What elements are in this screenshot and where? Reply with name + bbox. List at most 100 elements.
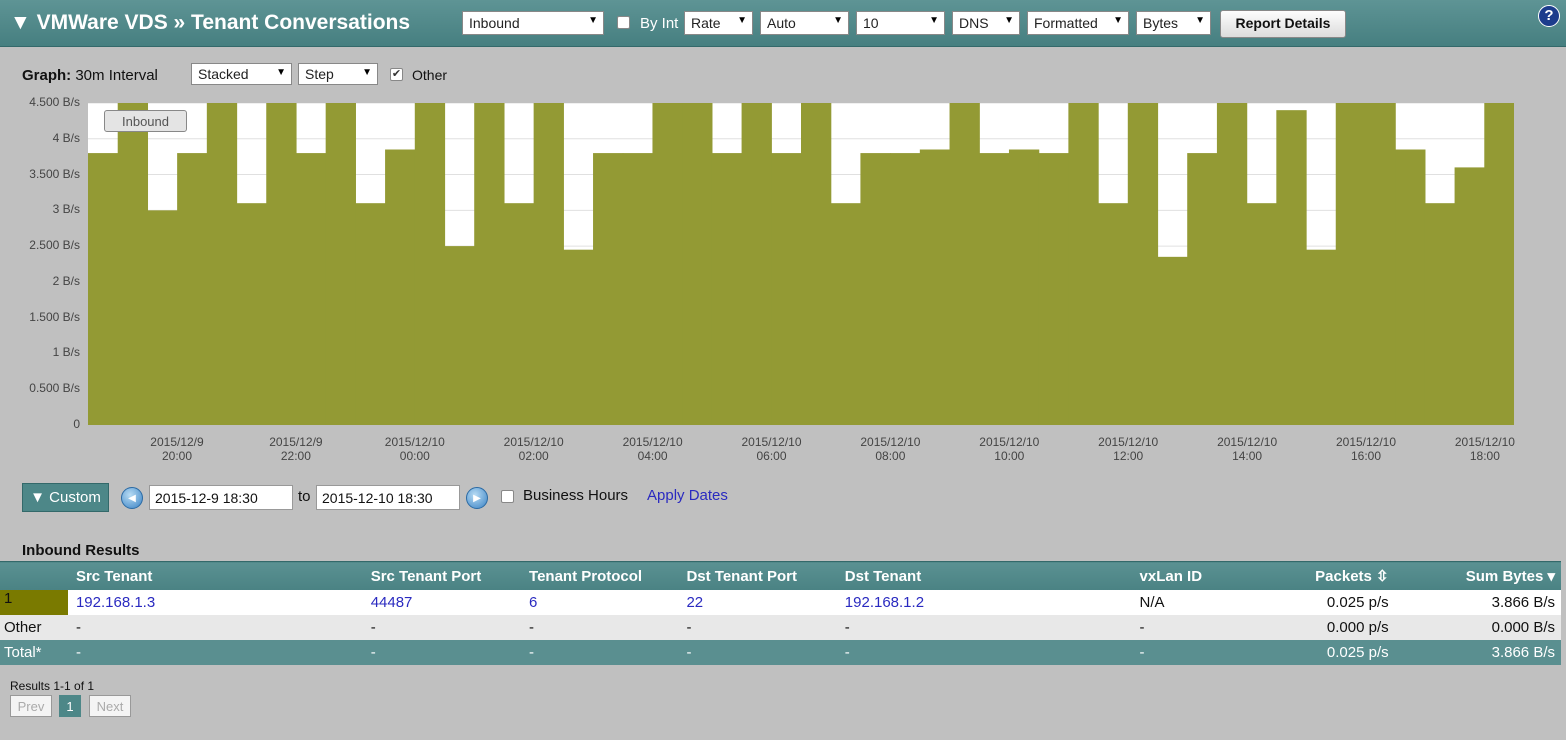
chevron-down-icon: ▼	[588, 15, 598, 26]
protocol-link[interactable]: 6	[529, 590, 687, 615]
step-bar	[1098, 203, 1129, 425]
dst-tenant-cell: -	[844, 615, 1140, 640]
next-page-button[interactable]: Next	[89, 695, 131, 717]
format-select-value: Formatted	[1034, 15, 1098, 31]
step-bar	[593, 153, 624, 425]
step-bar	[1246, 203, 1277, 425]
src-port-link[interactable]: 44487	[370, 590, 530, 615]
graph-style-select[interactable]: Step ▼	[298, 63, 378, 85]
step-bar	[860, 153, 891, 425]
graph-mode-select[interactable]: Stacked ▼	[191, 63, 292, 85]
src-tenant-cell: -	[75, 615, 371, 640]
start-date-input[interactable]: 2015-12-9 18:30	[149, 485, 293, 510]
step-bar	[1068, 103, 1099, 425]
packets-cell: 0.025 p/s	[1288, 590, 1395, 615]
x-tick-label: 2015/12/10 12:00	[1098, 435, 1159, 463]
col-packets[interactable]: Packets ⇳	[1288, 561, 1395, 590]
src-tenant-cell: -	[75, 640, 371, 665]
auto-select[interactable]: Auto ▼	[760, 11, 849, 35]
results-summary: Results 1-1 of 1	[10, 679, 95, 693]
results-title: Inbound Results	[22, 542, 140, 559]
x-tick-label: 2015/12/9 22:00	[269, 435, 323, 463]
step-bar	[949, 103, 980, 425]
next-period-icon[interactable]: ▶	[466, 487, 488, 509]
count-select[interactable]: 10 ▼	[856, 11, 945, 35]
step-bar	[1454, 167, 1485, 425]
dns-select[interactable]: DNS ▼	[952, 11, 1020, 35]
rank-cell: Total*	[0, 640, 76, 665]
col-src-tenant[interactable]: Src Tenant	[75, 561, 371, 590]
format-select[interactable]: Formatted ▼	[1027, 11, 1129, 35]
report-details-button[interactable]: Report Details	[1220, 10, 1346, 38]
x-tick-label: 2015/12/10 18:00	[1454, 435, 1515, 463]
apply-dates-link[interactable]: Apply Dates	[647, 487, 728, 504]
step-bar	[533, 103, 564, 425]
y-tick-label: 2 B/s	[52, 273, 80, 288]
end-date-input[interactable]: 2015-12-10 18:30	[316, 485, 460, 510]
step-bar	[1335, 103, 1367, 425]
packets-cell: 0.025 p/s	[1288, 640, 1395, 665]
step-bar	[444, 246, 475, 425]
chevron-down-icon: ▼	[833, 15, 843, 26]
step-bar	[741, 103, 772, 425]
col-tenant-protocol[interactable]: Tenant Protocol	[529, 561, 687, 590]
step-bar	[385, 149, 416, 425]
step-bar	[88, 153, 119, 425]
sort-desc-icon: ▾	[1543, 568, 1555, 585]
protocol-cell: -	[529, 615, 687, 640]
dst-tenant-link[interactable]: 192.168.1.2	[844, 590, 1140, 615]
packets-header-label: Packets	[1315, 568, 1372, 585]
step-bar	[1008, 149, 1040, 425]
src-tenant-link[interactable]: 192.168.1.3	[75, 590, 371, 615]
prev-page-button[interactable]: Prev	[10, 695, 52, 717]
results-table: Src Tenant Src Tenant Port Tenant Protoc…	[0, 561, 1561, 665]
traffic-chart	[88, 103, 1514, 425]
step-bar	[652, 103, 683, 425]
step-bar	[771, 153, 802, 425]
col-vxlan-id[interactable]: vxLan ID	[1139, 561, 1289, 590]
header-bar: ▼ VMWare VDS » Tenant Conversations Inbo…	[0, 0, 1566, 47]
page-1-button[interactable]: 1	[59, 695, 81, 717]
rate-select[interactable]: Rate ▼	[684, 11, 753, 35]
col-dst-tenant[interactable]: Dst Tenant	[844, 561, 1140, 590]
chevron-down-icon: ▼	[929, 15, 939, 26]
step-bar	[1365, 103, 1396, 425]
x-tick-label: 2015/12/10 02:00	[503, 435, 564, 463]
vxlan-cell: -	[1139, 615, 1289, 640]
col-sum-bytes[interactable]: Sum Bytes ▾	[1394, 561, 1561, 590]
y-tick-label: 1 B/s	[52, 345, 80, 360]
step-bar	[1127, 103, 1159, 425]
prev-period-icon[interactable]: ◀	[121, 487, 143, 509]
page-title[interactable]: ▼ VMWare VDS » Tenant Conversations	[10, 11, 410, 35]
direction-select-value: Inbound	[469, 15, 520, 31]
legend-inbound[interactable]: Inbound	[104, 110, 187, 132]
custom-range-button[interactable]: ▼ Custom	[22, 483, 109, 512]
direction-select[interactable]: Inbound ▼	[462, 11, 604, 35]
other-checkbox[interactable]: ✔	[390, 68, 403, 81]
step-bar	[711, 153, 743, 425]
y-tick-label: 3 B/s	[52, 202, 80, 217]
sum-bytes-header-label: Sum Bytes	[1465, 568, 1544, 585]
bytes-cell: 0.000 B/s	[1394, 615, 1561, 640]
col-dst-tenant-port[interactable]: Dst Tenant Port	[686, 561, 845, 590]
rank-cell: 1	[0, 590, 76, 615]
col-src-tenant-port[interactable]: Src Tenant Port	[370, 561, 530, 590]
by-int-checkbox[interactable]	[617, 16, 630, 29]
to-label: to	[298, 488, 311, 505]
step-bar	[890, 153, 921, 425]
dst-tenant-cell: -	[844, 640, 1140, 665]
dst-port-link[interactable]: 22	[686, 590, 845, 615]
step-bar	[266, 103, 297, 425]
help-icon[interactable]: ?	[1538, 5, 1560, 27]
graph-mode-value: Stacked	[198, 66, 249, 82]
unit-select[interactable]: Bytes ▼	[1136, 11, 1211, 35]
x-tick-label: 2015/12/10 00:00	[384, 435, 445, 463]
step-bar	[503, 203, 535, 425]
dns-select-value: DNS	[959, 15, 989, 31]
step-bar	[474, 103, 505, 425]
step-bar	[682, 103, 713, 425]
count-select-value: 10	[863, 15, 879, 31]
rate-select-value: Rate	[691, 15, 721, 31]
x-tick-label: 2015/12/10 14:00	[1217, 435, 1278, 463]
business-hours-checkbox[interactable]	[501, 490, 514, 503]
